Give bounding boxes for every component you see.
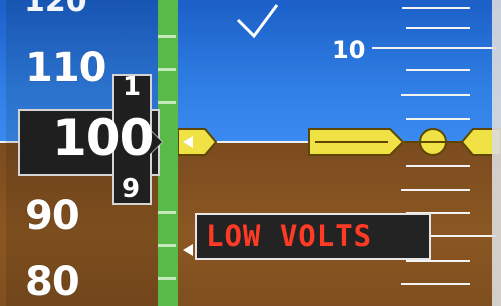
airspeed-rolling-lower-digit: 9 xyxy=(122,174,141,204)
airspeed-label-top: 120 xyxy=(24,0,87,19)
airspeed-label-110: 110 xyxy=(25,45,106,91)
speed-tick xyxy=(158,35,176,38)
airspeed-label-90: 90 xyxy=(25,193,80,239)
pitch-scale-label: 10 xyxy=(332,36,366,64)
airspeed-label-80: 80 xyxy=(25,259,80,305)
speed-tick xyxy=(158,101,176,104)
speed-tick xyxy=(158,68,176,71)
alert-pointer-icon xyxy=(183,244,193,256)
speed-tick xyxy=(158,211,176,214)
speed-tick xyxy=(158,277,176,280)
right-edge-strip xyxy=(492,0,501,306)
speed-bug-icon xyxy=(183,136,193,148)
bank-pointer-icon xyxy=(236,4,279,39)
speed-tick xyxy=(158,244,176,247)
airspeed-rolling-upper-digit: 1 xyxy=(123,72,142,102)
airspeed-readout-value: 100 xyxy=(52,109,154,167)
primary-flight-display: 120 110 90 80 100 1 9 10 LOW VOLTS xyxy=(0,0,501,306)
low-volts-alert: LOW VOLTS xyxy=(206,219,373,253)
aircraft-symbol-icon xyxy=(177,128,501,156)
